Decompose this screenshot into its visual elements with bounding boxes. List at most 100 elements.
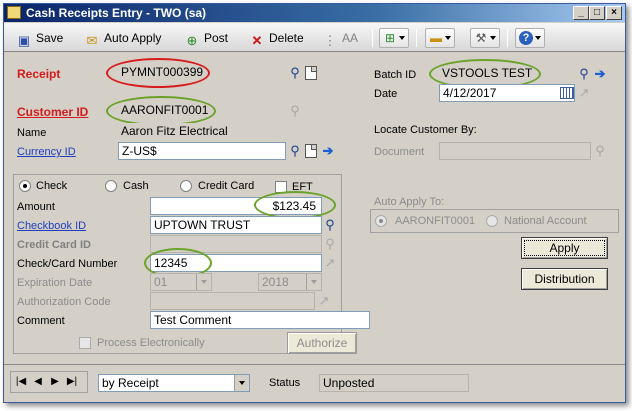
lookup-icon[interactable]: ⚲ (322, 216, 338, 234)
customer-id-label[interactable]: Customer ID (17, 104, 88, 120)
new-document-icon[interactable] (305, 66, 317, 80)
customer-id-field[interactable]: AARONFIT0001 (118, 102, 286, 120)
process-electronically-label: Process Electronically (97, 337, 205, 349)
delete-x-icon: ✕ (251, 33, 263, 48)
window-icon (7, 6, 21, 19)
save-button[interactable]: ▣ Save (16, 29, 64, 48)
authorization-code-field[interactable] (150, 292, 315, 310)
dropdown-arrow-icon (490, 36, 496, 40)
name-field: Aaron Fitz Electrical (118, 123, 286, 141)
comment-label: Comment (17, 315, 65, 327)
dropdown-arrow-icon (234, 375, 249, 391)
tools-menu-button[interactable]: ⚒ (470, 28, 500, 48)
check-radio[interactable] (19, 180, 31, 192)
currency-id-field[interactable]: Z-US$ (118, 142, 286, 160)
currency-id-label[interactable]: Currency ID (17, 144, 76, 160)
document-field[interactable] (439, 142, 591, 160)
check-card-number-label: Check/Card Number (17, 258, 118, 270)
lookup-icon[interactable]: ⚲ (322, 235, 338, 253)
distribution-button[interactable]: Distribution (521, 268, 608, 290)
check-radio-label: Check (36, 180, 68, 192)
dropdown-arrow-icon (535, 36, 541, 40)
checkbook-id-label[interactable]: Checkbook ID (17, 218, 86, 234)
cash-radio[interactable] (105, 180, 117, 192)
process-electronically-checkbox[interactable] (79, 337, 91, 349)
eft-label: EFT (292, 181, 313, 193)
dropdown-arrow-icon (196, 274, 211, 290)
file-menu-button[interactable]: ▬ (425, 28, 455, 48)
cash-receipts-window: Cash Receipts Entry - TWO (sa) _ □ × ▣ Sa… (3, 3, 626, 403)
dropdown-arrow-icon (445, 36, 451, 40)
floppy-disk-icon: ▣ (17, 33, 31, 48)
toolbar-separator (507, 29, 508, 47)
amount-label: Amount (17, 201, 55, 213)
auto-apply-customer-label: AARONFIT0001 (395, 215, 476, 227)
additional-menu-button[interactable]: ⊞ (379, 28, 409, 48)
status-label: Status (269, 377, 301, 389)
check-card-number-field[interactable]: 12345 (150, 254, 322, 272)
credit-card-radio[interactable] (180, 180, 192, 192)
batch-id-label: Batch ID (374, 69, 417, 81)
date-label: Date (374, 88, 398, 100)
calendar-icon[interactable] (560, 87, 574, 99)
delete-button[interactable]: ✕ Delete (249, 29, 304, 48)
cash-radio-label: Cash (123, 180, 149, 192)
receipt-field[interactable]: PYMNT000399 (118, 64, 286, 82)
credit-card-id-field[interactable] (150, 235, 322, 253)
maximize-button[interactable]: □ (589, 6, 605, 20)
comment-field[interactable]: Test Comment (150, 311, 370, 329)
batch-id-field[interactable]: VSTOOLS TEST (439, 65, 575, 83)
help-menu-button[interactable]: ? (515, 28, 545, 48)
eft-checkbox[interactable] (275, 181, 287, 193)
title-bar: Cash Receipts Entry - TWO (sa) _ □ × (4, 4, 625, 22)
date-field[interactable]: 4/12/2017 (439, 84, 575, 102)
amount-field[interactable]: $123.45 (150, 197, 322, 215)
expand-arrow-icon[interactable]: ➔ (592, 65, 608, 83)
expiration-year-select[interactable]: 2018 (258, 273, 322, 291)
dropdown-arrow-icon (399, 36, 405, 40)
lookup-icon[interactable]: ⚲ (576, 65, 592, 83)
expand-arrow-icon[interactable]: ↗ (316, 292, 332, 310)
sort-order-select[interactable]: by Receipt (98, 374, 250, 392)
dropdown-arrow-icon (306, 274, 321, 290)
receipt-label: Receipt (17, 67, 61, 81)
minimize-button[interactable]: _ (573, 6, 589, 20)
help-icon: ? (519, 31, 533, 45)
auto-apply-to-label: Auto Apply To: (374, 196, 445, 208)
status-field: Unposted (319, 374, 469, 392)
credit-card-id-label: Credit Card ID (17, 239, 91, 251)
auto-apply-national-radio[interactable] (486, 215, 498, 227)
aa-button[interactable]: ⋮ AA (322, 29, 359, 48)
envelope-icon: ✉ (86, 33, 98, 48)
expand-arrow-icon[interactable]: ↗ (322, 254, 338, 272)
previous-record-icon[interactable]: ◀ (31, 374, 45, 390)
post-icon: ⊕ (186, 33, 198, 48)
credit-card-radio-label: Credit Card (198, 180, 255, 192)
next-record-icon[interactable]: ▶ (48, 374, 62, 390)
aa-icon: ⋮ (323, 33, 337, 48)
toolbar-separator (416, 29, 417, 47)
add-note-icon: ⊞ (384, 31, 396, 45)
apply-button[interactable]: Apply (521, 237, 608, 259)
expiration-date-label: Expiration Date (17, 277, 93, 289)
lookup-icon[interactable]: ⚲ (287, 102, 303, 120)
authorization-code-label: Authorization Code (17, 296, 111, 308)
new-document-icon[interactable] (305, 144, 317, 158)
expiration-month-select[interactable]: 01 (150, 273, 212, 291)
lookup-icon[interactable]: ⚲ (287, 64, 303, 82)
auto-apply-customer-radio[interactable] (375, 215, 387, 227)
post-button[interactable]: ⊕ Post (184, 29, 228, 48)
close-button[interactable]: × (606, 6, 622, 20)
auto-apply-button[interactable]: ✉ Auto Apply (84, 29, 162, 48)
expand-arrow-icon[interactable]: ↗ (576, 84, 592, 102)
lookup-icon[interactable]: ⚲ (287, 142, 303, 160)
expand-arrow-icon[interactable]: ➔ (320, 142, 336, 160)
folder-icon: ▬ (430, 31, 442, 45)
toolbar: ▣ Save ✉ Auto Apply ⊕ Post ✕ Delete ⋮ AA ⊞ ▬ … (4, 23, 625, 52)
locate-customer-label: Locate Customer By: (374, 124, 477, 136)
first-record-icon[interactable]: |◀ (14, 374, 28, 390)
last-record-icon[interactable]: ▶| (65, 374, 79, 390)
lookup-icon[interactable]: ⚲ (592, 142, 608, 160)
checkbook-id-field[interactable]: UPTOWN TRUST (150, 216, 322, 234)
authorize-button[interactable]: Authorize (287, 332, 357, 354)
